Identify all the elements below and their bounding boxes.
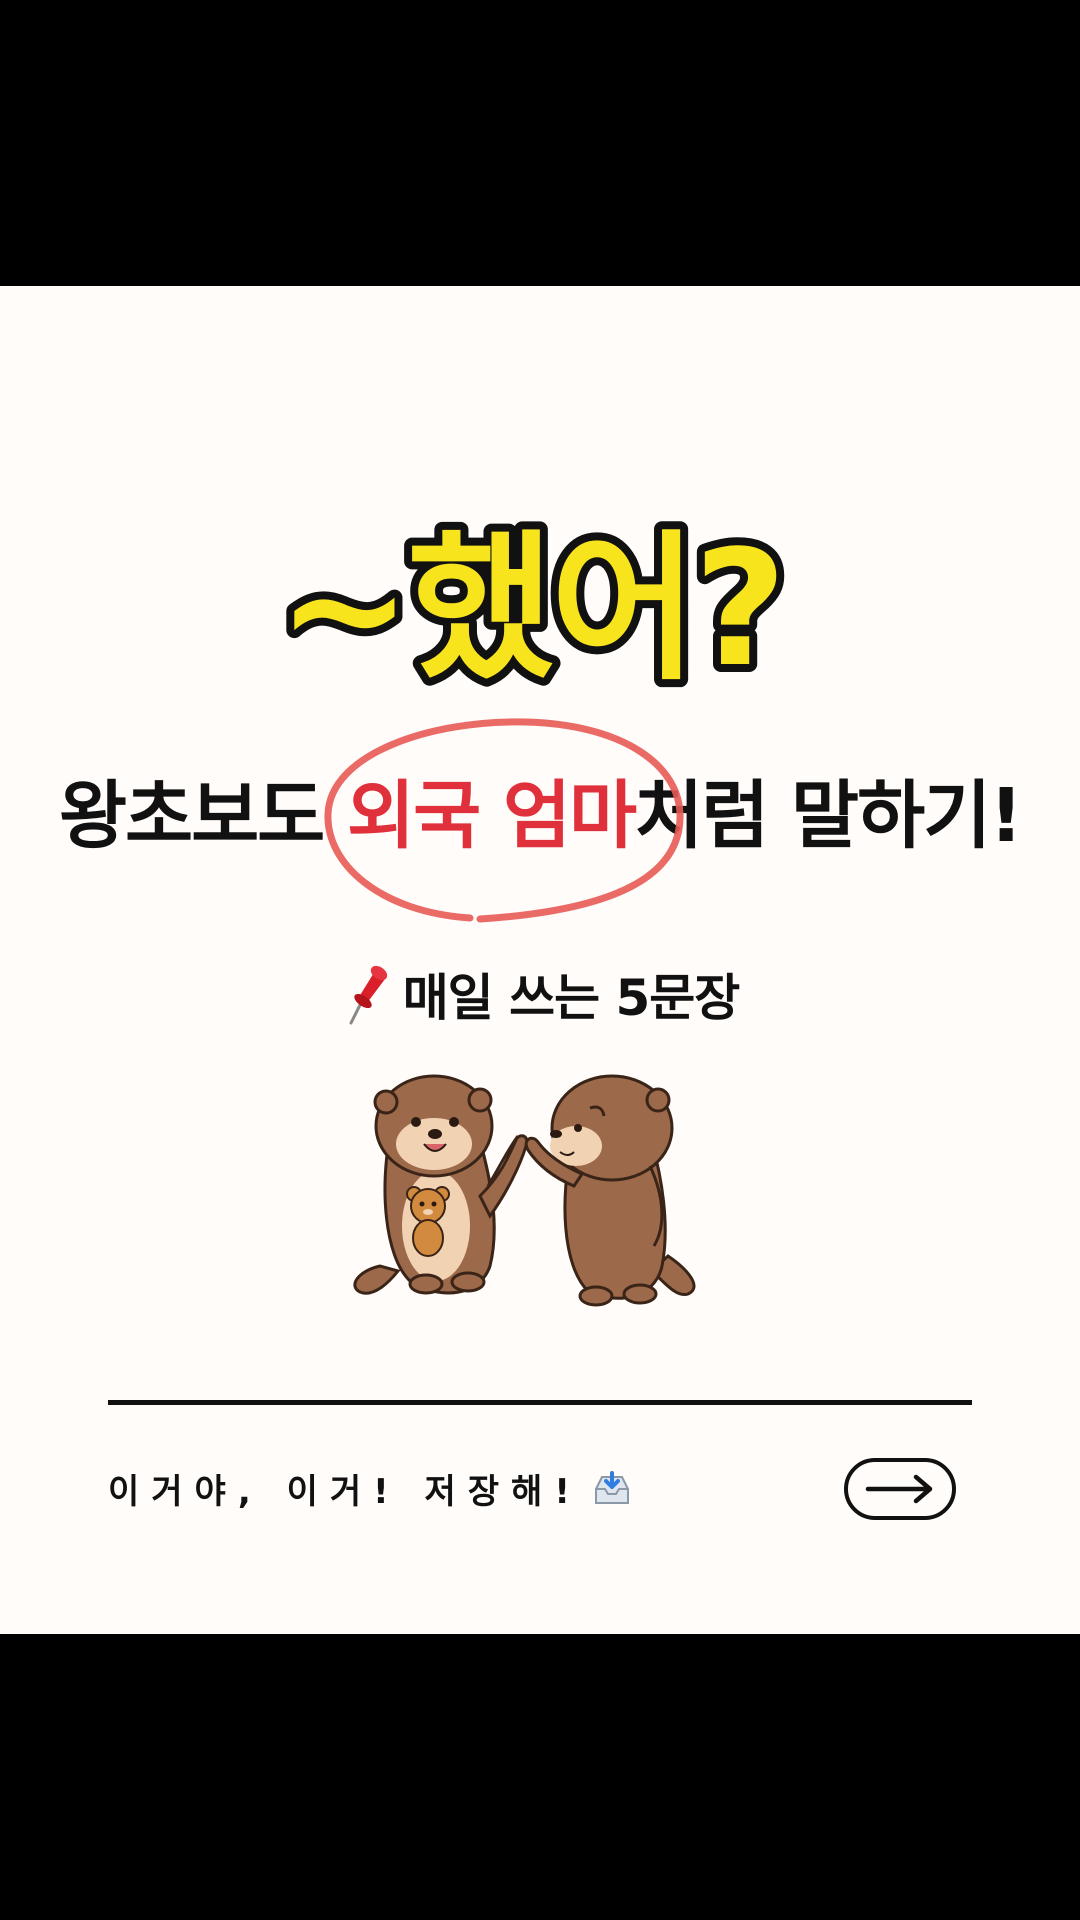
next-button[interactable] [844,1458,956,1520]
footer-caption: 이거야, 이거! 저장해! [108,1464,632,1513]
content-card: ~했어? 왕초보도 외국 엄마처럼 말하기! 매일 쓰는 5문장 이거야, 이거… [0,286,1080,1634]
headline-text: ~했어? [277,515,782,702]
pushpin-icon [349,965,387,1025]
inbox-tray-icon [594,1470,629,1504]
footer-text: 이거야, 이거! 저장해! [108,1472,582,1512]
divider [108,1400,972,1405]
subtitle-highlight: 외국 엄마 [347,773,637,859]
two-otters-illustration [353,1074,696,1307]
right-otter [524,1074,696,1307]
subtitle-suffix: 처럼 말하기! [635,773,1023,859]
pin-line: 매일 쓰는 5문장 [0,958,1080,1030]
pin-line-text: 매일 쓰는 5문장 [402,969,741,1027]
subtitle-prefix: 왕초보도 [58,773,348,859]
subtitle: 왕초보도 외국 엄마처럼 말하기! [0,756,1080,863]
headline: ~했어? [0,514,1080,714]
arrow-right-icon [865,1474,933,1504]
left-otter [353,1074,529,1295]
